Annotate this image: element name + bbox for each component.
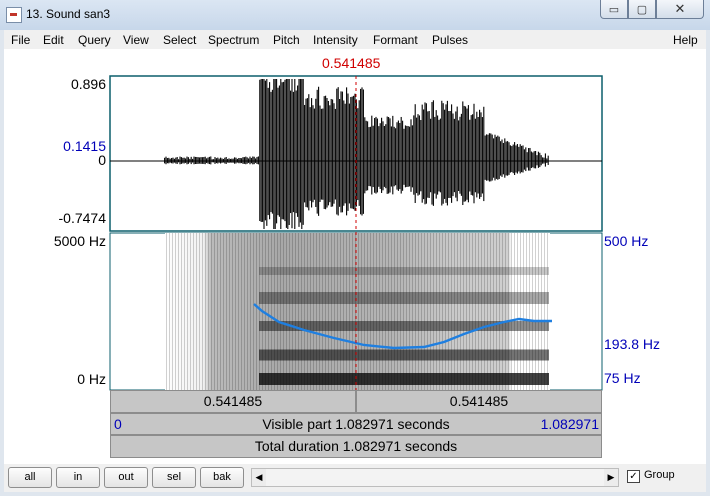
zoom-back-label: bak: [213, 471, 231, 483]
zoom-in-label: in: [74, 471, 83, 483]
zoom-sel-label: sel: [167, 471, 181, 483]
menu-edit[interactable]: Edit: [43, 33, 64, 47]
group-label: Group: [644, 469, 675, 481]
minimize-icon: ▭: [609, 3, 619, 16]
total-duration-bar[interactable]: Total duration 1.082971 seconds: [110, 435, 602, 458]
formant-band: [259, 267, 549, 275]
formant-band: [259, 373, 549, 385]
visible-end-time: 1.082971: [541, 414, 599, 434]
menu-file[interactable]: File: [11, 33, 30, 47]
visible-start-time: 0: [114, 414, 122, 434]
menu-pitch[interactable]: Pitch: [273, 33, 300, 47]
formant-band: [259, 350, 549, 361]
window-title: 13. Sound san3: [26, 7, 110, 21]
visible-part-label: Visible part 1.082971 seconds: [262, 416, 449, 432]
total-duration-label: Total duration 1.082971 seconds: [255, 438, 457, 454]
selection-left-time: 0.541485: [204, 393, 262, 409]
spectrogram-texture: [165, 233, 550, 390]
title-bar: 13. Sound san3 ▭ ▢ ✕: [0, 0, 710, 30]
selection-right-time: 0.541485: [450, 393, 508, 409]
zoom-back-button[interactable]: bak: [200, 467, 244, 488]
menu-intensity[interactable]: Intensity: [313, 33, 358, 47]
scroll-right-icon[interactable]: ▶: [604, 469, 618, 486]
scroll-left-icon[interactable]: ◀: [252, 469, 266, 486]
formant-band: [259, 292, 549, 304]
maximize-icon: ▢: [637, 3, 647, 16]
selection-bar-right[interactable]: 0.541485: [356, 390, 602, 413]
zoom-in-button[interactable]: in: [56, 467, 100, 488]
menu-view[interactable]: View: [123, 33, 149, 47]
menu-spectrum[interactable]: Spectrum: [208, 33, 259, 47]
menu-query[interactable]: Query: [78, 33, 111, 47]
minimize-button[interactable]: ▭: [600, 0, 628, 19]
close-button[interactable]: ✕: [656, 0, 704, 19]
window-controls: ▭ ▢ ✕: [600, 0, 704, 19]
zoom-sel-button[interactable]: sel: [152, 467, 196, 488]
waveform-panel[interactable]: [110, 76, 602, 231]
close-icon: ✕: [675, 1, 686, 17]
praat-app-icon: [6, 7, 22, 23]
menu-select[interactable]: Select: [163, 33, 196, 47]
menu-bar: File Edit Query View Select Spectrum Pit…: [4, 30, 706, 50]
maximize-button[interactable]: ▢: [628, 0, 656, 19]
zoom-out-button[interactable]: out: [104, 467, 148, 488]
zoom-all-label: all: [24, 471, 35, 483]
bottom-toolbar: all in out sel bak ◀ ▶ ✓ Group: [4, 464, 706, 492]
group-checkbox[interactable]: ✓: [627, 470, 640, 483]
menu-formant[interactable]: Formant: [373, 33, 418, 47]
menu-pulses[interactable]: Pulses: [432, 33, 468, 47]
zoom-out-label: out: [118, 471, 133, 483]
zoom-all-button[interactable]: all: [8, 467, 52, 488]
visible-part-bar[interactable]: 0 Visible part 1.082971 seconds 1.082971: [110, 413, 602, 435]
editor-area[interactable]: 0.541485 0.896 0.1415 0 -0.7474 5000 Hz …: [4, 49, 706, 464]
selection-bar-left[interactable]: 0.541485: [110, 390, 356, 413]
checkmark-icon: ✓: [629, 471, 637, 482]
time-scrollbar[interactable]: ◀ ▶: [251, 468, 619, 487]
menu-help[interactable]: Help: [673, 33, 698, 47]
